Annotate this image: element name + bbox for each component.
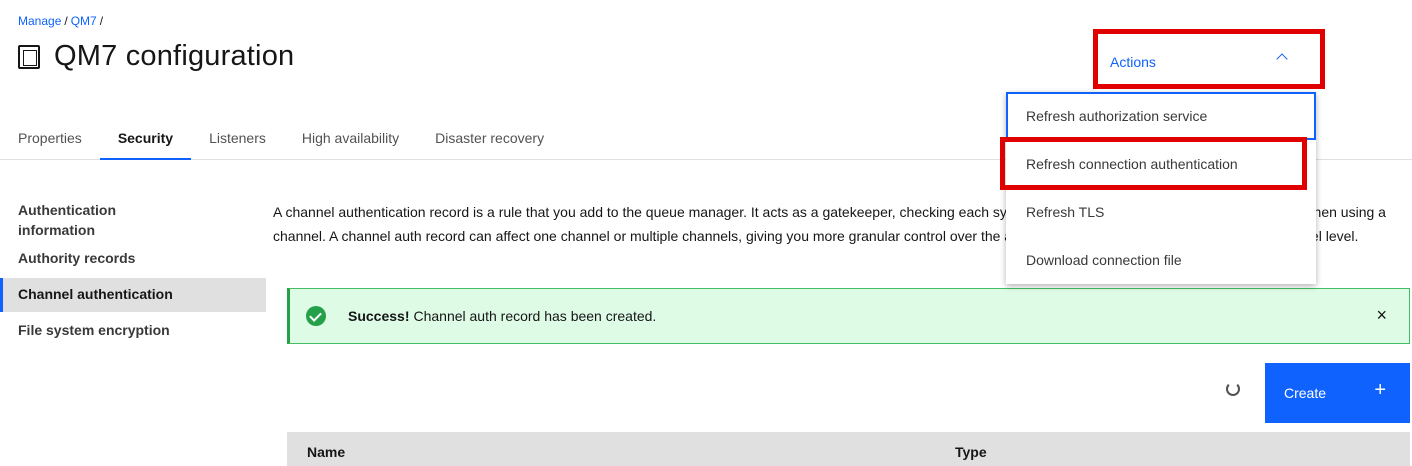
tab-listeners[interactable]: Listeners bbox=[191, 120, 284, 159]
column-header-name[interactable]: Name bbox=[307, 444, 345, 460]
tab-bar: Properties Security Listeners High avail… bbox=[0, 120, 655, 160]
side-nav-authority-records[interactable]: Authority records bbox=[0, 244, 266, 272]
tab-security[interactable]: Security bbox=[99, 120, 192, 160]
create-button-label: Create bbox=[1284, 385, 1327, 401]
breadcrumb-separator: / bbox=[99, 14, 104, 28]
breadcrumb-separator: / bbox=[64, 14, 68, 28]
refresh-icon[interactable] bbox=[1226, 382, 1240, 396]
menu-item-refresh-authorization-service[interactable]: Refresh authorization service bbox=[1006, 92, 1316, 140]
column-header-type[interactable]: Type bbox=[955, 444, 987, 460]
breadcrumb: Manage / QM7/ bbox=[18, 14, 106, 28]
security-side-nav: Authentication information Authority rec… bbox=[0, 196, 266, 344]
table-header: Name Type bbox=[287, 432, 1410, 466]
notification-text: Channel auth record has been created. bbox=[413, 308, 657, 324]
menu-item-download-connection-file[interactable]: Download connection file bbox=[1006, 236, 1316, 284]
success-notification: Success! Channel auth record has been cre… bbox=[287, 288, 1410, 344]
breadcrumb-qm7[interactable]: QM7 bbox=[71, 14, 97, 28]
checkmark-icon bbox=[306, 306, 326, 326]
highlight-box-actions bbox=[1093, 29, 1325, 89]
tab-properties[interactable]: Properties bbox=[0, 120, 100, 159]
side-nav-channel-authentication[interactable]: Channel authentication bbox=[0, 278, 266, 312]
notification-message: Success! Channel auth record has been cre… bbox=[348, 308, 656, 324]
notification-title: Success! bbox=[348, 308, 410, 324]
highlight-box-refresh-connection bbox=[1000, 137, 1307, 190]
add-icon: + bbox=[1374, 379, 1386, 401]
side-nav-file-system-encryption[interactable]: File system encryption bbox=[0, 316, 266, 344]
page-title: QM7 configuration bbox=[54, 40, 295, 72]
breadcrumb-manage[interactable]: Manage bbox=[18, 14, 61, 28]
close-icon[interactable]: × bbox=[1376, 305, 1387, 326]
side-nav-authentication-information[interactable]: Authentication information bbox=[0, 196, 160, 244]
tab-high-availability[interactable]: High availability bbox=[284, 120, 417, 159]
document-icon bbox=[18, 44, 40, 69]
page-header: QM7 configuration bbox=[18, 40, 294, 73]
create-button[interactable]: Create + bbox=[1265, 363, 1410, 423]
menu-item-refresh-tls[interactable]: Refresh TLS bbox=[1006, 188, 1316, 236]
tab-disaster-recovery[interactable]: Disaster recovery bbox=[417, 120, 562, 159]
